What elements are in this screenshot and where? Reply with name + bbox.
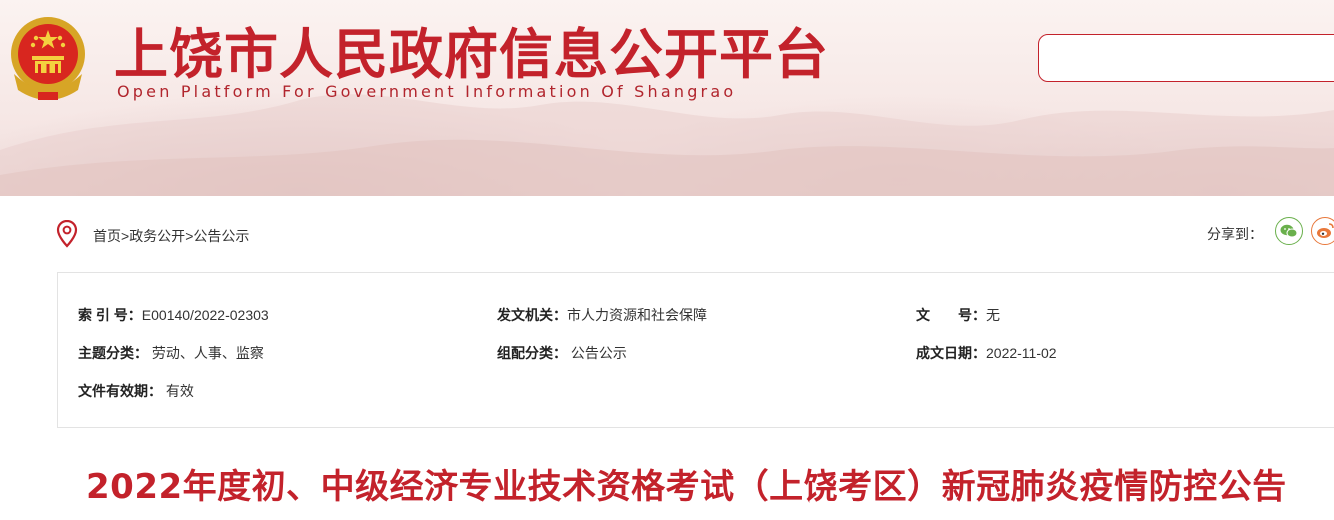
site-title: 上饶市人民政府信息公开平台 <box>114 23 829 86</box>
meta-date: 成文日期：2022-11-02 <box>916 343 1057 363</box>
share-label: 分享到： <box>1207 226 1263 242</box>
breadcrumb-trail: 首页>政务公开>公告公示 <box>93 226 249 246</box>
breadcrumb-announcements-link[interactable]: 公告公示 <box>193 228 249 244</box>
meta-issuer-value: 市人力资源和社会保障 <box>567 307 707 323</box>
meta-validity-label: 文件有效期： <box>78 383 162 399</box>
meta-doc-no-label: 文 号： <box>916 307 986 323</box>
meta-issuer: 发文机关：市人力资源和社会保障 <box>497 305 707 325</box>
meta-category: 组配分类： 公告公示 <box>497 343 627 363</box>
meta-category-label: 组配分类： <box>497 345 567 361</box>
header-banner: 上饶市人民政府信息公开平台 Open Platform For Governme… <box>0 0 1334 196</box>
meta-category-value: 公告公示 <box>567 345 627 361</box>
meta-doc-no: 文 号：无 <box>916 305 1000 325</box>
search-input[interactable] <box>1038 34 1334 82</box>
breadcrumb-separator: > <box>121 228 130 244</box>
meta-validity: 文件有效期： 有效 <box>78 381 194 401</box>
meta-index-no-label: 索 引 号： <box>78 307 142 323</box>
meta-validity-value: 有效 <box>162 383 194 399</box>
meta-date-label: 成文日期： <box>916 345 986 361</box>
meta-topic-value: 劳动、人事、监察 <box>148 345 264 361</box>
breadcrumb-home-link[interactable]: 首页 <box>93 228 121 244</box>
meta-doc-no-value: 无 <box>986 307 1000 323</box>
meta-issuer-label: 发文机关： <box>497 307 567 323</box>
breadcrumb-public-affairs-link[interactable]: 政务公开 <box>129 228 185 244</box>
meta-index-no: 索 引 号：E00140/2022-02303 <box>78 305 269 325</box>
meta-topic-label: 主题分类： <box>78 345 148 361</box>
meta-topic: 主题分类： 劳动、人事、监察 <box>78 343 264 363</box>
wechat-icon <box>1280 224 1298 238</box>
site-subtitle: Open Platform For Government Information… <box>117 82 737 101</box>
meta-index-no-value: E00140/2022-02303 <box>141 307 269 323</box>
article-title: 2022年度初、中级经济专业技术资格考试（上饶考区）新冠肺炎疫情防控公告 <box>86 467 1287 507</box>
meta-date-value: 2022-11-02 <box>986 345 1057 361</box>
weibo-share-button[interactable] <box>1311 217 1334 245</box>
wechat-share-button[interactable] <box>1275 217 1303 245</box>
weibo-icon <box>1317 223 1334 238</box>
national-emblem-icon <box>11 17 85 100</box>
location-pin-icon <box>56 220 78 248</box>
document-meta-panel: 索 引 号：E00140/2022-02303 发文机关：市人力资源和社会保障 … <box>57 272 1334 428</box>
